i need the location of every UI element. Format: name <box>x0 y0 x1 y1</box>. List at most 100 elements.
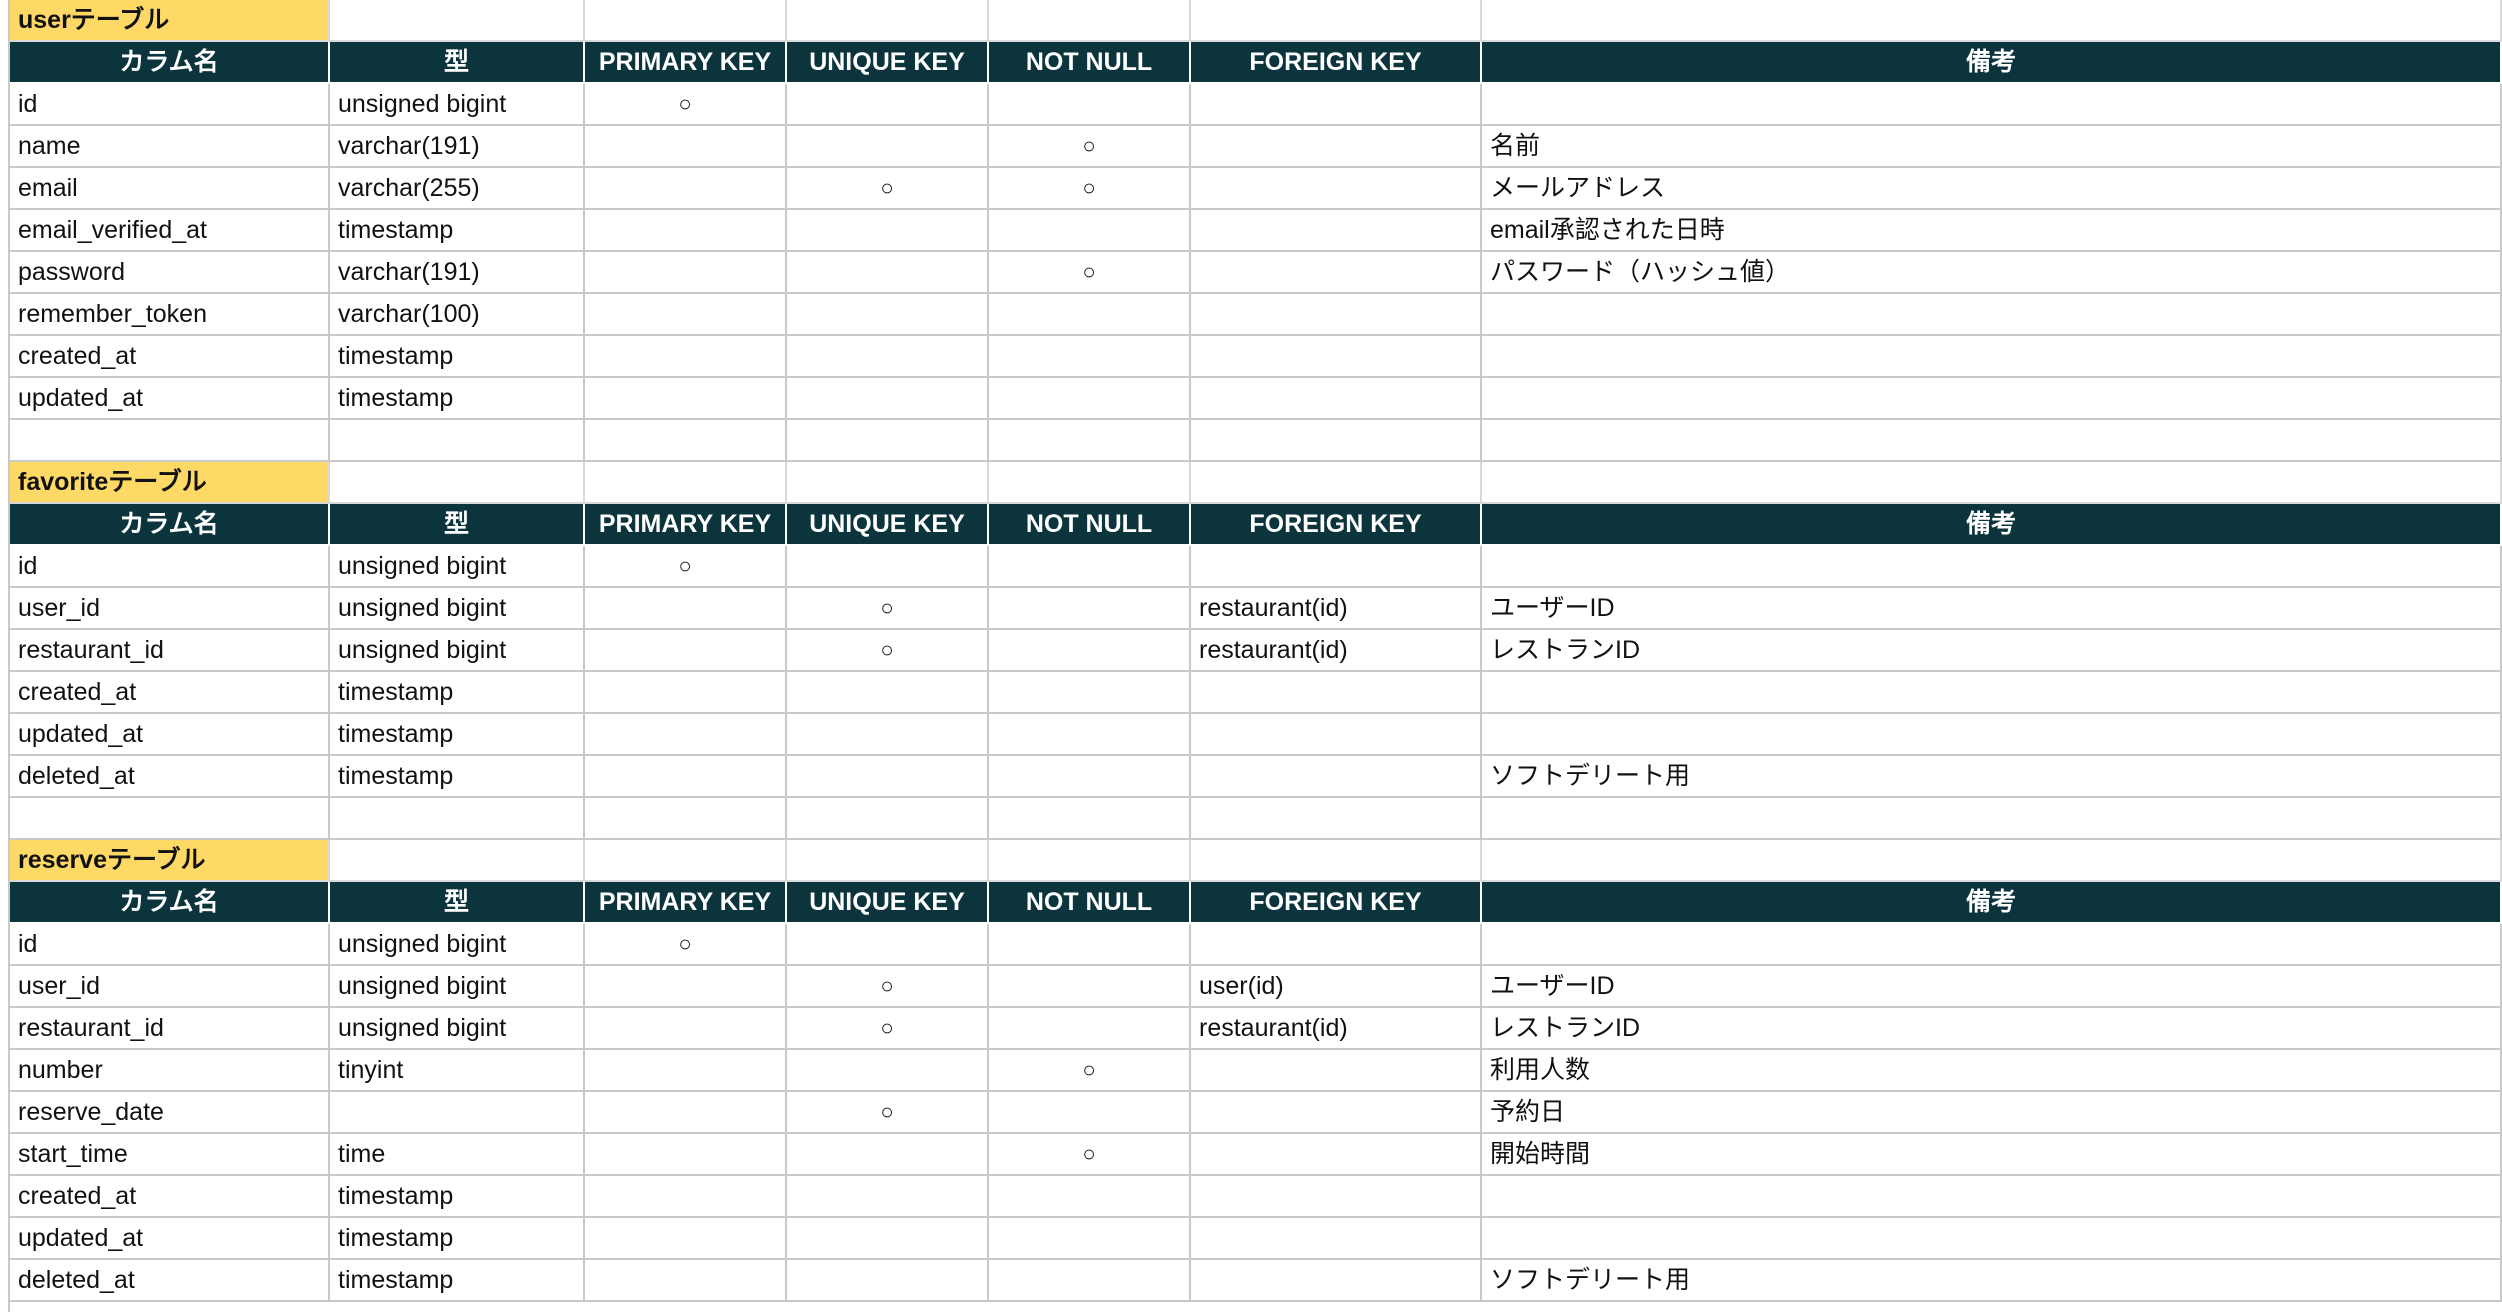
header-primary-key[interactable]: PRIMARY KEY <box>585 882 787 924</box>
cell-unique-key[interactable] <box>787 84 989 126</box>
cell-not-null[interactable] <box>989 84 1191 126</box>
cell-primary-key[interactable] <box>585 378 787 420</box>
empty-cell[interactable] <box>330 462 585 504</box>
cell-foreign-key[interactable] <box>1191 1134 1482 1176</box>
cell-not-null[interactable] <box>989 546 1191 588</box>
table-title[interactable]: reserveテーブル <box>10 840 330 882</box>
cell-column-name[interactable]: number <box>10 1050 330 1092</box>
cell-column-name[interactable]: created_at <box>10 336 330 378</box>
empty-cell[interactable] <box>989 798 1191 840</box>
cell-remarks[interactable] <box>1482 924 2502 966</box>
header-column-name[interactable]: カラム名 <box>10 882 330 924</box>
cell-column-name[interactable]: password <box>10 252 330 294</box>
cell-unique-key[interactable] <box>787 294 989 336</box>
cell-not-null[interactable] <box>989 1008 1191 1050</box>
empty-cell[interactable] <box>989 462 1191 504</box>
cell-remarks[interactable] <box>1482 1176 2502 1218</box>
header-remarks[interactable]: 備考 <box>1482 504 2502 546</box>
header-unique-key[interactable]: UNIQUE KEY <box>787 42 989 84</box>
cell-not-null[interactable] <box>989 378 1191 420</box>
cell-unique-key[interactable] <box>787 252 989 294</box>
cell-remarks[interactable]: パスワード（ハッシュ値） <box>1482 252 2502 294</box>
cell-not-null[interactable]: ○ <box>989 126 1191 168</box>
cell-foreign-key[interactable] <box>1191 126 1482 168</box>
empty-cell[interactable] <box>787 0 989 42</box>
cell-type[interactable]: timestamp <box>330 210 585 252</box>
cell-primary-key[interactable] <box>585 714 787 756</box>
cell-remarks[interactable]: 名前 <box>1482 126 2502 168</box>
header-foreign-key[interactable]: FOREIGN KEY <box>1191 504 1482 546</box>
empty-cell[interactable] <box>10 420 330 462</box>
header-not-null[interactable]: NOT NULL <box>989 882 1191 924</box>
cell-column-name[interactable]: user_id <box>10 966 330 1008</box>
cell-remarks[interactable]: 利用人数 <box>1482 1050 2502 1092</box>
cell-column-name[interactable]: updated_at <box>10 1218 330 1260</box>
cell-remarks[interactable] <box>1482 546 2502 588</box>
header-foreign-key[interactable]: FOREIGN KEY <box>1191 42 1482 84</box>
cell-primary-key[interactable] <box>585 1092 787 1134</box>
cell-foreign-key[interactable] <box>1191 294 1482 336</box>
cell-not-null[interactable]: ○ <box>989 252 1191 294</box>
cell-remarks[interactable] <box>1482 336 2502 378</box>
empty-cell[interactable] <box>1482 0 2502 42</box>
cell-primary-key[interactable] <box>585 168 787 210</box>
cell-column-name[interactable]: deleted_at <box>10 756 330 798</box>
cell-foreign-key[interactable] <box>1191 714 1482 756</box>
header-primary-key[interactable]: PRIMARY KEY <box>585 42 787 84</box>
cell-primary-key[interactable] <box>585 1176 787 1218</box>
cell-foreign-key[interactable] <box>1191 84 1482 126</box>
empty-cell[interactable] <box>585 420 787 462</box>
cell-foreign-key[interactable] <box>1191 1092 1482 1134</box>
cell-remarks[interactable]: レストランID <box>1482 630 2502 672</box>
header-type[interactable]: 型 <box>330 504 585 546</box>
cell-remarks[interactable]: ソフトデリート用 <box>1482 756 2502 798</box>
cell-unique-key[interactable] <box>787 126 989 168</box>
cell-unique-key[interactable]: ○ <box>787 168 989 210</box>
cell-type[interactable]: time <box>330 1134 585 1176</box>
cell-column-name[interactable]: reserve_date <box>10 1092 330 1134</box>
cell-foreign-key[interactable]: restaurant(id) <box>1191 588 1482 630</box>
cell-foreign-key[interactable] <box>1191 924 1482 966</box>
header-type[interactable]: 型 <box>330 42 585 84</box>
header-column-name[interactable]: カラム名 <box>10 504 330 546</box>
header-remarks[interactable]: 備考 <box>1482 42 2502 84</box>
empty-cell[interactable] <box>989 420 1191 462</box>
cell-unique-key[interactable] <box>787 1218 989 1260</box>
cell-remarks[interactable] <box>1482 84 2502 126</box>
empty-cell[interactable] <box>989 0 1191 42</box>
cell-foreign-key[interactable] <box>1191 1176 1482 1218</box>
cell-type[interactable]: varchar(191) <box>330 252 585 294</box>
cell-type[interactable]: unsigned bigint <box>330 924 585 966</box>
cell-type[interactable]: timestamp <box>330 714 585 756</box>
cell-foreign-key[interactable]: restaurant(id) <box>1191 630 1482 672</box>
cell-unique-key[interactable] <box>787 1134 989 1176</box>
empty-cell[interactable] <box>10 798 330 840</box>
cell-not-null[interactable]: ○ <box>989 168 1191 210</box>
cell-primary-key[interactable]: ○ <box>585 84 787 126</box>
cell-primary-key[interactable] <box>585 252 787 294</box>
cell-foreign-key[interactable] <box>1191 378 1482 420</box>
cell-type[interactable]: timestamp <box>330 336 585 378</box>
cell-column-name[interactable]: restaurant_id <box>10 1008 330 1050</box>
cell-not-null[interactable]: ○ <box>989 1050 1191 1092</box>
empty-cell[interactable] <box>585 798 787 840</box>
cell-remarks[interactable] <box>1482 378 2502 420</box>
cell-primary-key[interactable] <box>585 756 787 798</box>
cell-unique-key[interactable] <box>787 336 989 378</box>
cell-remarks[interactable]: ソフトデリート用 <box>1482 1260 2502 1302</box>
cell-column-name[interactable]: id <box>10 546 330 588</box>
empty-cell[interactable] <box>1191 462 1482 504</box>
empty-cell[interactable] <box>330 0 585 42</box>
cell-unique-key[interactable]: ○ <box>787 1092 989 1134</box>
table-title[interactable]: favoriteテーブル <box>10 462 330 504</box>
empty-cell[interactable] <box>787 798 989 840</box>
header-unique-key[interactable]: UNIQUE KEY <box>787 882 989 924</box>
empty-cell[interactable] <box>787 840 989 882</box>
cell-type[interactable]: varchar(255) <box>330 168 585 210</box>
cell-remarks[interactable]: ユーザーID <box>1482 588 2502 630</box>
cell-column-name[interactable]: updated_at <box>10 378 330 420</box>
cell-type[interactable]: timestamp <box>330 1260 585 1302</box>
cell-remarks[interactable] <box>1482 714 2502 756</box>
empty-cell[interactable] <box>787 420 989 462</box>
cell-primary-key[interactable]: ○ <box>585 924 787 966</box>
